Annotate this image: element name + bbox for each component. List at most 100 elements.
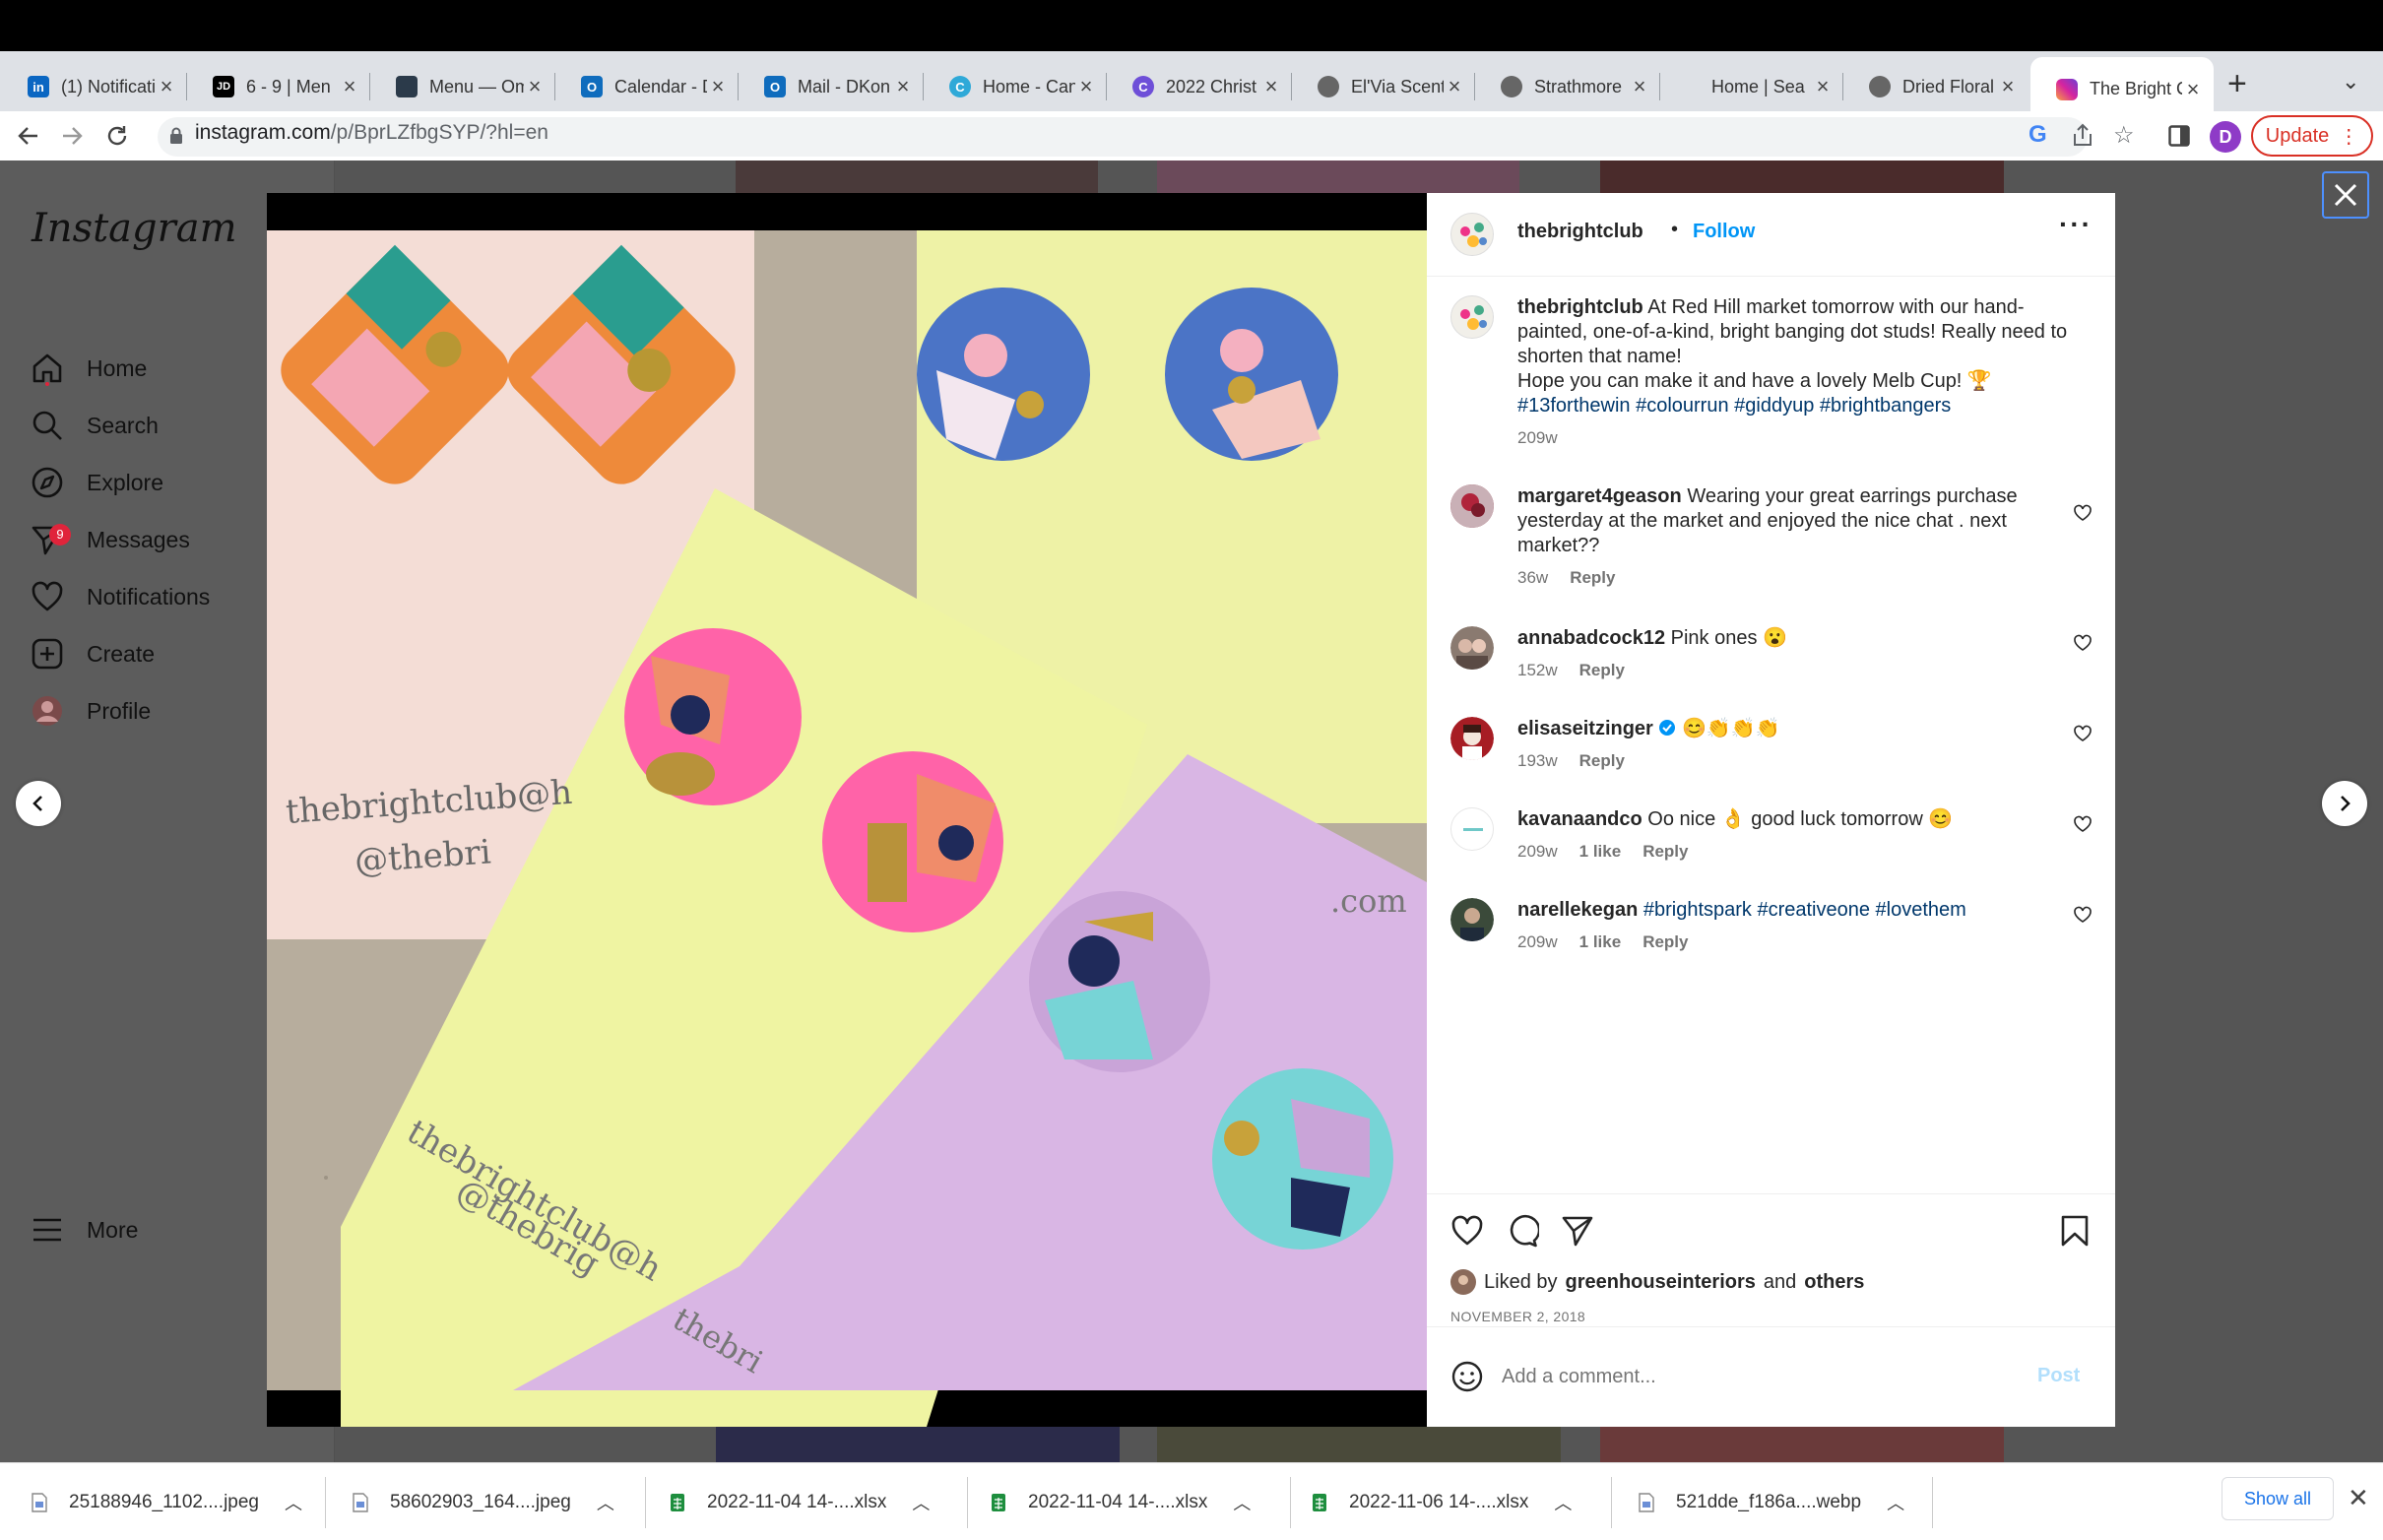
close-icon[interactable]: ×	[2182, 77, 2204, 102]
chevron-up-icon[interactable]: ︿	[1233, 1490, 1251, 1515]
comment-time[interactable]: 152w	[1517, 661, 1558, 680]
download-item[interactable]: 521dde_f186a....webp ︿	[1639, 1463, 1904, 1540]
caption-username[interactable]: thebrightclub	[1517, 296, 1643, 318]
next-post-button[interactable]	[2322, 781, 2367, 826]
reload-icon[interactable]	[104, 123, 130, 149]
close-downloads-icon[interactable]: ✕	[2348, 1483, 2369, 1513]
download-item[interactable]: 2022-11-04 14-....xlsx ︿	[991, 1463, 1251, 1540]
close-icon[interactable]: ×	[1444, 74, 1465, 99]
lock-icon[interactable]	[169, 127, 183, 145]
close-icon[interactable]: ×	[1812, 74, 1834, 99]
tab-home-sea[interactable]: Home | Sea ×	[1660, 57, 1843, 116]
commenter-avatar[interactable]	[1450, 626, 1494, 670]
download-item[interactable]: 25188946_1102....jpeg ︿	[32, 1463, 302, 1540]
reply-button[interactable]: Reply	[1642, 842, 1688, 862]
tab-canva-christmas[interactable]: C 2022 Christ ×	[1107, 57, 1292, 116]
update-button[interactable]: Update ⋮	[2251, 115, 2373, 157]
commenter-username[interactable]: margaret4geason	[1517, 485, 1682, 507]
share-send-icon[interactable]	[1561, 1214, 1594, 1248]
like-heart-icon[interactable]	[1450, 1214, 1484, 1248]
download-item[interactable]: 58602903_164....jpeg ︿	[353, 1463, 614, 1540]
nav-home[interactable]: Home	[30, 341, 147, 396]
tab-menu[interactable]: Menu — Om ×	[370, 57, 555, 116]
liked-by-user[interactable]: greenhouseinteriors	[1566, 1271, 1756, 1294]
commenter-username[interactable]: elisaseitzinger	[1517, 718, 1653, 739]
comment-text[interactable]: #brightspark #creativeone #lovethem	[1643, 899, 1966, 921]
tab-search-chevron-icon[interactable]: ⌄	[2342, 69, 2359, 95]
tab-strathmore[interactable]: Strathmore ×	[1475, 57, 1660, 116]
modal-close-button[interactable]	[2322, 171, 2369, 219]
tab-jd[interactable]: JD 6 - 9 | Men ×	[187, 57, 370, 116]
like-comment-heart-icon[interactable]	[2074, 906, 2092, 924]
tab-canva-home[interactable]: C Home - Can ×	[924, 57, 1107, 116]
comment-time[interactable]: 193w	[1517, 751, 1558, 771]
reply-button[interactable]: Reply	[1579, 751, 1625, 771]
commenter-username[interactable]: kavanaandco	[1517, 808, 1642, 830]
previous-post-button[interactable]	[16, 781, 61, 826]
close-icon[interactable]: ×	[892, 74, 914, 99]
like-comment-heart-icon[interactable]	[2074, 504, 2092, 522]
commenter-avatar[interactable]	[1450, 807, 1494, 851]
add-comment-input[interactable]	[1502, 1359, 1994, 1394]
nav-more[interactable]: More	[30, 1202, 138, 1257]
post-date[interactable]: NOVEMBER 2, 2018	[1450, 1309, 1585, 1324]
post-comment-button[interactable]: Post	[2037, 1365, 2080, 1387]
tab-elvia[interactable]: El'Via Scent ×	[1292, 57, 1475, 116]
browser-profile-avatar[interactable]: D	[2210, 121, 2241, 153]
nav-create[interactable]: Create	[30, 626, 155, 681]
close-icon[interactable]: ×	[1629, 74, 1650, 99]
liked-by-others[interactable]: others	[1804, 1271, 1864, 1294]
download-item[interactable]: 2022-11-04 14-....xlsx ︿	[670, 1463, 930, 1540]
side-panel-icon[interactable]	[2168, 125, 2190, 147]
reply-button[interactable]: Reply	[1579, 661, 1625, 680]
follow-button[interactable]: Follow	[1693, 221, 1755, 243]
comment-time[interactable]: 209w	[1517, 842, 1558, 862]
more-options-icon[interactable]: ···	[2059, 209, 2093, 240]
google-icon[interactable]: G	[2029, 121, 2047, 149]
back-arrow-icon[interactable]	[16, 123, 41, 149]
comment-likes[interactable]: 1 like	[1579, 842, 1622, 862]
new-tab-button[interactable]: +	[2227, 65, 2247, 103]
download-item[interactable]: 2022-11-06 14-....xlsx ︿	[1312, 1463, 1572, 1540]
commenter-avatar[interactable]	[1450, 898, 1494, 941]
chevron-up-icon[interactable]: ︿	[912, 1490, 930, 1515]
tab-dried-floral[interactable]: Dried Floral ×	[1843, 57, 2029, 116]
liker-avatar[interactable]	[1450, 1269, 1476, 1295]
close-icon[interactable]: ×	[1075, 74, 1097, 99]
close-icon[interactable]: ×	[524, 74, 546, 99]
emoji-icon[interactable]	[1450, 1360, 1484, 1393]
reply-button[interactable]: Reply	[1642, 932, 1688, 952]
nav-explore[interactable]: Explore	[30, 455, 163, 510]
close-icon[interactable]: ×	[707, 74, 729, 99]
author-avatar[interactable]	[1450, 295, 1494, 339]
nav-profile[interactable]: Profile	[30, 683, 151, 738]
forward-arrow-icon[interactable]	[59, 123, 85, 149]
comment-likes[interactable]: 1 like	[1579, 932, 1622, 952]
like-comment-heart-icon[interactable]	[2074, 725, 2092, 742]
url-text[interactable]: instagram.com/p/BprLZfbgSYP/?hl=en	[195, 121, 548, 145]
nav-notifications[interactable]: Notifications	[30, 569, 210, 624]
chevron-up-icon[interactable]: ︿	[597, 1490, 614, 1515]
tab-linkedin[interactable]: in (1) Notificati ×	[2, 57, 187, 116]
nav-search[interactable]: Search	[30, 398, 159, 453]
close-icon[interactable]: ×	[339, 74, 360, 99]
commenter-avatar[interactable]	[1450, 717, 1494, 760]
close-icon[interactable]: ×	[1997, 74, 2019, 99]
comment-bubble-icon[interactable]	[1506, 1214, 1539, 1248]
star-icon[interactable]: ☆	[2113, 121, 2135, 150]
comment-time[interactable]: 36w	[1517, 568, 1548, 588]
post-photo[interactable]: thebrightclub@h @thebri thebrightclub@h …	[267, 193, 1427, 1427]
instagram-logo[interactable]: Instagram	[32, 206, 237, 251]
reply-button[interactable]: Reply	[1570, 568, 1615, 588]
close-icon[interactable]: ×	[156, 74, 177, 99]
caption-time[interactable]: 209w	[1517, 428, 1558, 448]
like-comment-heart-icon[interactable]	[2074, 815, 2092, 833]
author-avatar[interactable]	[1450, 213, 1494, 256]
commenter-username[interactable]: annabadcock12	[1517, 627, 1665, 649]
show-all-downloads-button[interactable]: Show all	[2222, 1477, 2334, 1520]
author-username[interactable]: thebrightclub	[1517, 221, 1643, 243]
nav-messages[interactable]: 9 Messages	[30, 512, 190, 567]
share-icon[interactable]	[2072, 123, 2093, 147]
commenter-username[interactable]: narellekegan	[1517, 899, 1638, 921]
like-comment-heart-icon[interactable]	[2074, 634, 2092, 652]
